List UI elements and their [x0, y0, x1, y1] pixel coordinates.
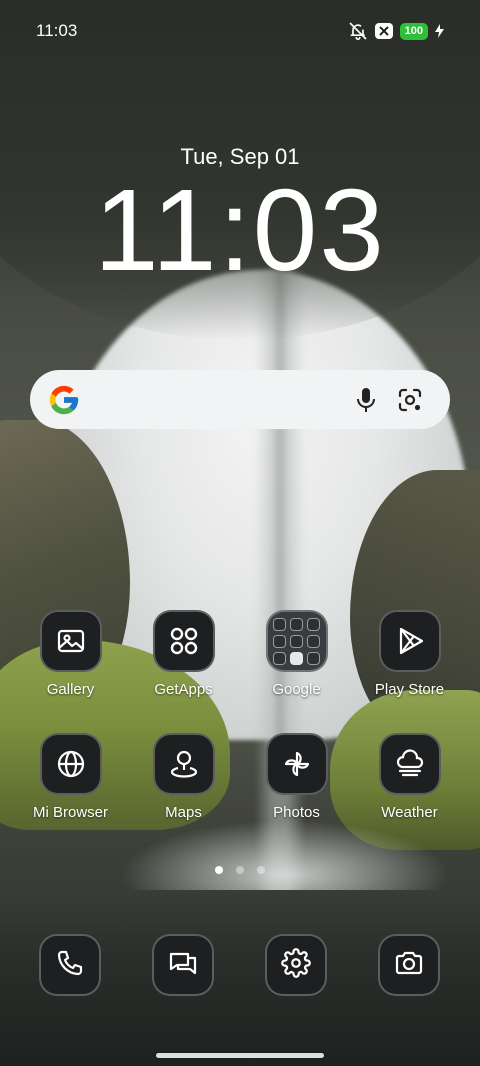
globe-icon[interactable] — [39, 733, 102, 795]
app-getapps[interactable]: GetApps — [127, 610, 240, 698]
page-dot-1[interactable] — [215, 866, 223, 874]
app-label: Google — [272, 681, 321, 698]
google-search-bar[interactable] — [30, 370, 450, 429]
google-logo-icon[interactable] — [42, 378, 86, 422]
status-icons: 100 — [348, 21, 444, 41]
app-folder-google[interactable]: Google — [240, 610, 353, 698]
camera-icon — [394, 949, 424, 982]
status-bar: 11:03 100 — [0, 0, 480, 62]
lens-camera-icon[interactable] — [388, 378, 432, 422]
battery-icon: 100 — [399, 22, 428, 40]
app-label: Photos — [273, 804, 320, 821]
google-folder-icon[interactable] — [265, 610, 328, 672]
page-dot-3[interactable] — [257, 866, 265, 874]
map-pin-icon[interactable] — [152, 733, 215, 795]
page-dot-2[interactable] — [236, 866, 244, 874]
gallery-icon[interactable] — [39, 610, 102, 672]
pinwheel-icon[interactable] — [265, 733, 328, 795]
app-label: Maps — [165, 804, 202, 821]
dock-settings-button[interactable] — [265, 934, 327, 996]
app-label: Mi Browser — [32, 804, 108, 821]
dock-phone-button[interactable] — [39, 934, 101, 996]
gesture-nav-handle[interactable] — [156, 1053, 324, 1058]
app-gallery[interactable]: Gallery — [14, 610, 127, 698]
page-indicator — [0, 866, 480, 874]
clock-widget[interactable]: 11:03 — [0, 170, 480, 290]
charging-icon — [435, 24, 444, 38]
app-label: Play Store — [374, 681, 445, 698]
messages-icon — [168, 949, 198, 982]
phone-icon — [56, 949, 84, 982]
microphone-icon[interactable] — [344, 378, 388, 422]
app-photos[interactable]: Photos — [240, 733, 353, 821]
app-label: Weather — [381, 804, 438, 821]
dock-messages-button[interactable] — [152, 934, 214, 996]
app-play-store[interactable]: Play Store — [353, 610, 466, 698]
dock-camera-button[interactable] — [378, 934, 440, 996]
app-label: GetApps — [154, 681, 213, 698]
app-weather[interactable]: Weather — [353, 733, 466, 821]
app-maps[interactable]: Maps — [127, 733, 240, 821]
bell-off-icon — [348, 21, 368, 41]
x-badge-icon — [374, 23, 393, 39]
app-mi-browser[interactable]: Mi Browser — [14, 733, 127, 821]
play-store-icon[interactable] — [378, 610, 441, 672]
status-time: 11:03 — [36, 21, 78, 40]
getapps-icon[interactable] — [152, 610, 215, 672]
cloud-fog-icon[interactable] — [378, 733, 441, 795]
settings-gear-icon — [281, 947, 311, 983]
app-label: Gallery — [46, 681, 95, 698]
